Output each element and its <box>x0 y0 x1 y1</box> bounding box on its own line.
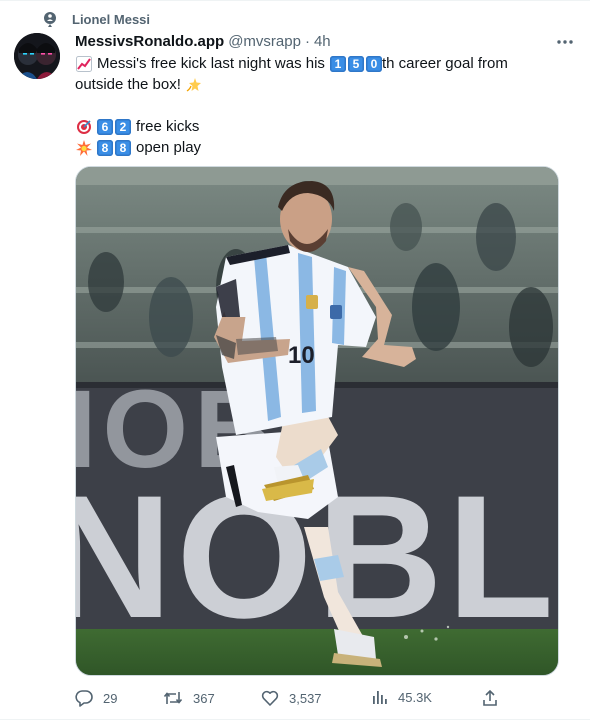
keycap-digit: 8 <box>115 139 131 156</box>
share-button[interactable] <box>481 689 499 707</box>
keycap-digit: 1 <box>329 55 346 72</box>
stat-line-free-kicks: 6 2 free kicks <box>75 116 555 137</box>
author-display-name[interactable]: MessivsRonaldo.app <box>75 32 224 52</box>
stat-label: open play <box>136 139 202 156</box>
more-options-button[interactable] <box>554 31 576 53</box>
share-icon <box>483 689 497 706</box>
reply-button[interactable]: 29 <box>75 689 117 707</box>
separator-dot: · <box>304 33 310 50</box>
chart-increasing-emoji <box>75 55 92 72</box>
heart-icon <box>261 690 279 706</box>
dizzy-emoji <box>186 76 203 93</box>
keycap-digit: 5 <box>347 55 364 72</box>
views-icon <box>373 691 387 704</box>
photo-of-player-taking-free-kick: IOBI NOBL <box>76 167 558 675</box>
stat-line-open-play: 8 8 open play <box>75 137 555 158</box>
direct-hit-emoji <box>75 118 92 135</box>
views-button[interactable]: 45.3K <box>372 689 432 705</box>
stat-label: free kicks <box>136 118 200 135</box>
repost-icon <box>163 692 183 704</box>
tweet-text: Messi's free kick last night was his 1 5… <box>75 53 555 158</box>
like-count: 3,537 <box>289 690 322 706</box>
social-context[interactable]: Lionel Messi <box>42 11 150 27</box>
repost-button[interactable]: 367 <box>163 689 215 707</box>
jersey-number: 10 <box>288 342 315 369</box>
view-count: 45.3K <box>398 689 432 705</box>
more-icon <box>557 40 573 44</box>
timestamp[interactable]: 4h <box>314 32 331 52</box>
community-icon <box>42 11 58 27</box>
keycap-digit: 0 <box>365 55 382 72</box>
tweet-header: MessivsRonaldo.app @mvsrapp · 4h <box>75 32 331 52</box>
collision-emoji <box>75 139 92 156</box>
like-button[interactable]: 3,537 <box>261 689 322 707</box>
tweet-actions: 29 367 3,537 45.3K <box>75 689 505 711</box>
avatar[interactable] <box>14 33 60 79</box>
keycap-digit: 6 <box>97 118 113 135</box>
reply-count: 29 <box>103 690 118 706</box>
repost-count: 367 <box>193 690 215 706</box>
tweet-card[interactable]: Lionel Messi MessivsRonaldo.app @mvsrapp… <box>0 0 590 720</box>
tweet-text-before-number: Messi's free kick last night was his <box>97 55 325 72</box>
tweet-line-2: outside the box! <box>75 74 555 95</box>
tweet-line-1: Messi's free kick last night was his 1 5… <box>75 53 555 74</box>
social-context-label: Lionel Messi <box>72 11 151 27</box>
reply-icon <box>75 690 93 707</box>
tweet-text-after-number: th career goal from <box>381 55 508 72</box>
author-handle[interactable]: @mvsrapp <box>228 32 301 52</box>
keycap-digit: 8 <box>97 139 113 156</box>
tweet-text-line-2: outside the box! <box>75 76 181 93</box>
tweet-photo[interactable]: IOBI NOBL <box>75 166 559 676</box>
keycap-digit: 2 <box>115 118 131 135</box>
